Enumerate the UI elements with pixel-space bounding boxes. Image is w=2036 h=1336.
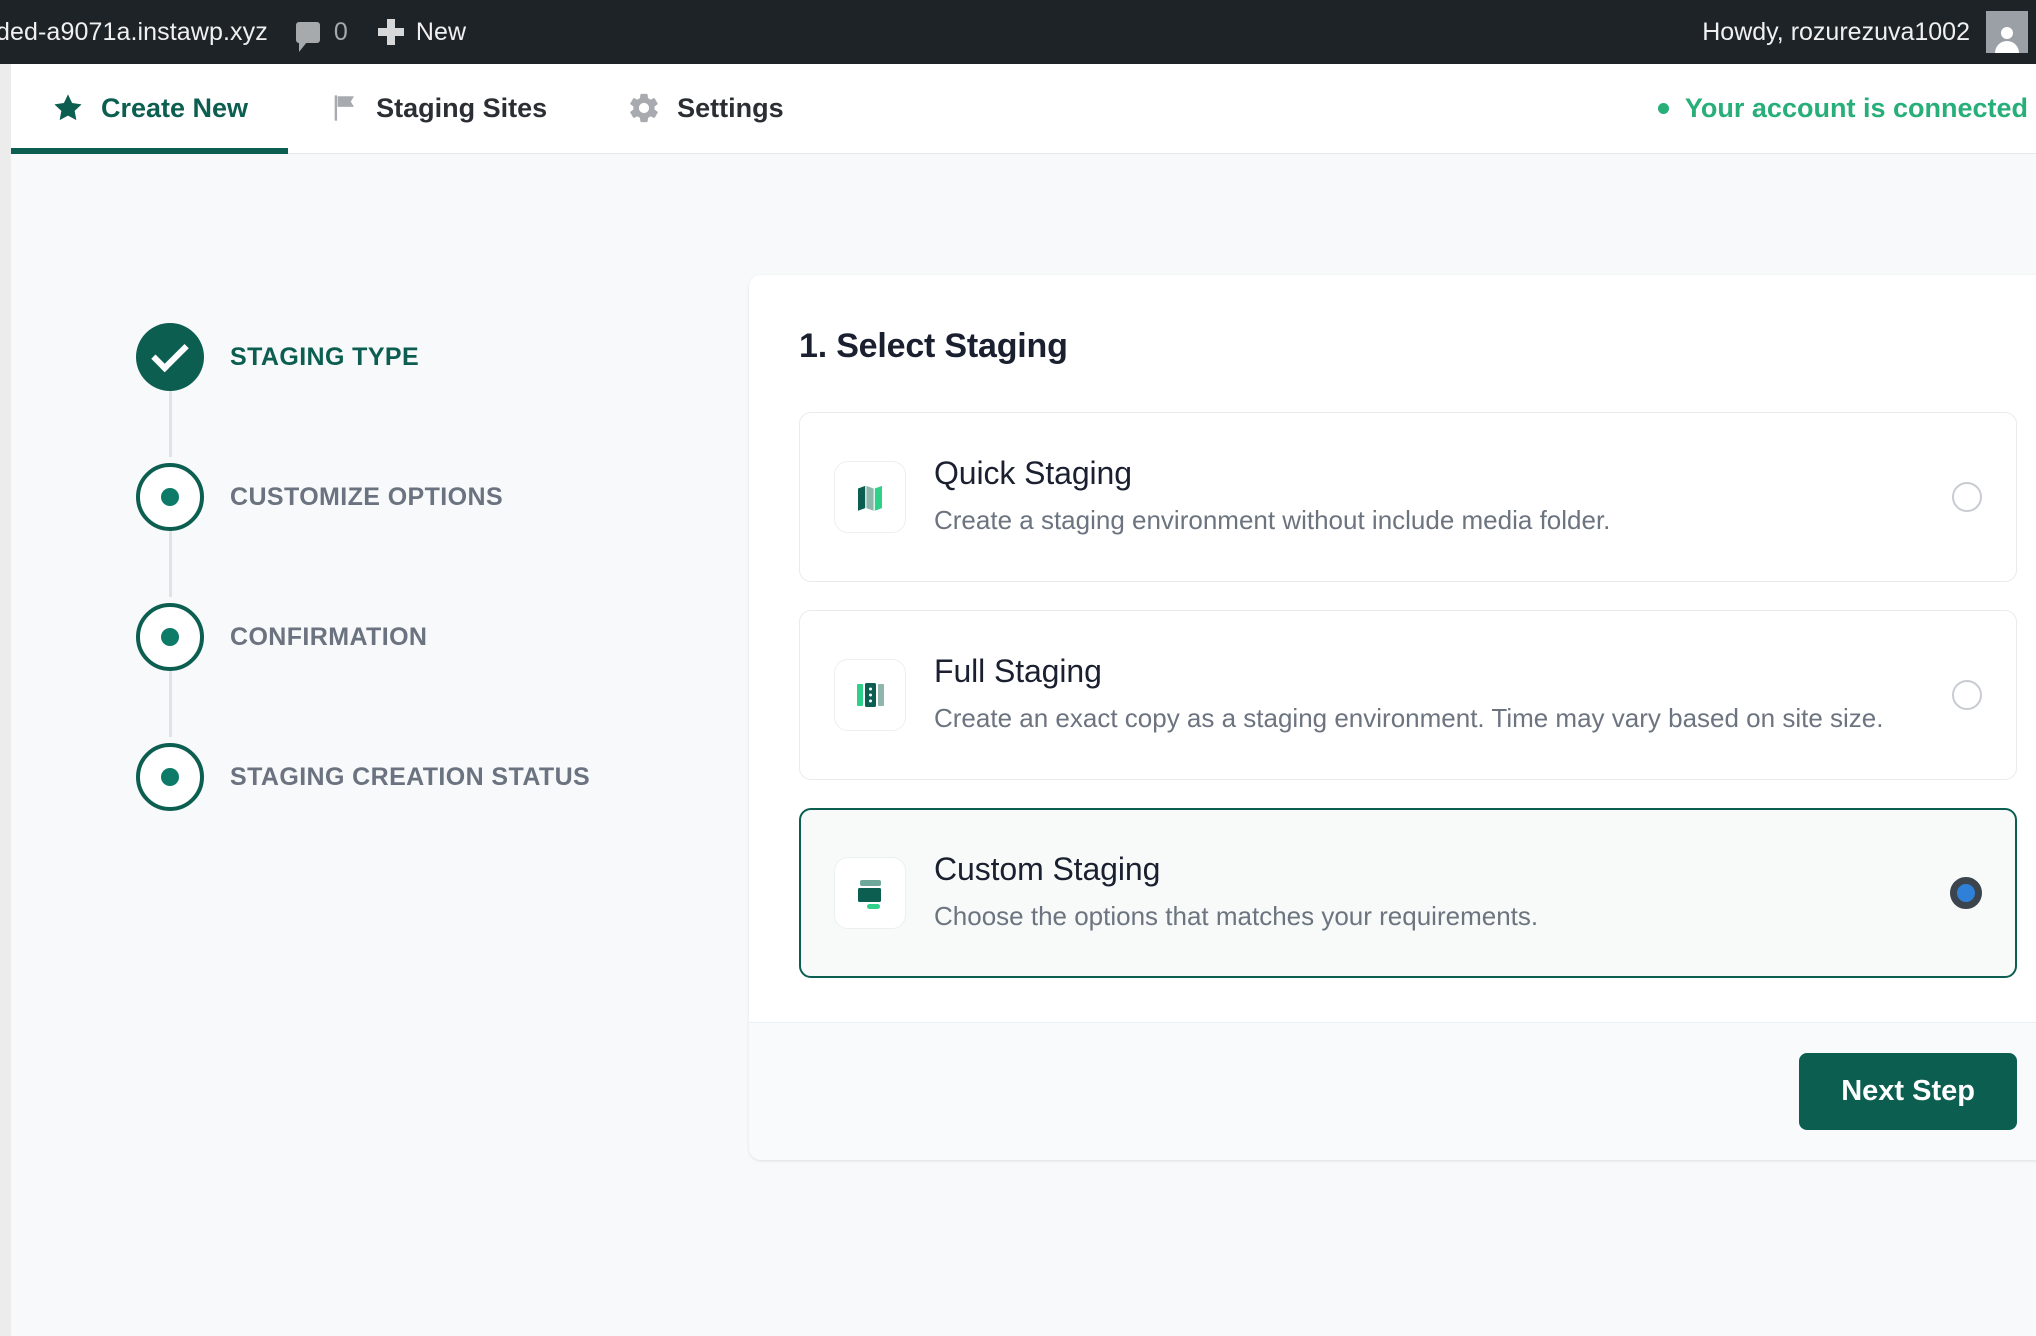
new-label: New: [415, 17, 467, 46]
comment-bubble-icon: [295, 21, 320, 52]
layout-blocks-icon: [834, 857, 906, 929]
page-content: Staging Type Customize Options Confirmat…: [11, 155, 2036, 1336]
option-quick-staging-desc: Create a staging environment without inc…: [934, 505, 1611, 536]
columns-icon: [834, 659, 906, 731]
tab-create-new[interactable]: Create New: [11, 63, 289, 154]
step-marker-pending-icon: [136, 743, 204, 811]
comment-count: 0: [333, 17, 348, 46]
option-full-staging-text: Full Staging Create an exact copy as a s…: [934, 653, 1924, 737]
step-marker-pending-icon: [136, 603, 204, 671]
flag-icon: [328, 91, 360, 125]
site-name-menu[interactable]: ded-a9071a.instawp.xyz: [0, 0, 282, 64]
tab-settings[interactable]: Settings: [587, 63, 824, 153]
option-quick-staging-title: Quick Staging: [934, 455, 1132, 492]
step-staging-type-label: Staging Type: [230, 342, 420, 371]
option-custom-staging-title: Custom Staging: [934, 851, 1161, 888]
tab-staging-sites-label: Staging Sites: [376, 92, 548, 123]
dot-icon: [161, 488, 179, 506]
card-body: 1. Select Staging Quick Staging Create a…: [749, 275, 2036, 1022]
option-full-staging[interactable]: Full Staging Create an exact copy as a s…: [799, 610, 2017, 780]
wp-admin-bar: ded-a9071a.instawp.xyz 0 New Howdy, rozu…: [0, 0, 2036, 64]
step-customize-options-label: Customize Options: [230, 482, 504, 511]
check-icon: [151, 334, 189, 372]
wp-admin-sidebar-edge: [0, 64, 11, 1336]
step-staging-creation-status[interactable]: Staging Creation Status: [136, 707, 666, 847]
user-icon: [1994, 27, 2020, 53]
dot-icon: [161, 628, 179, 646]
howdy-label[interactable]: Howdy, rozurezuva1002: [1702, 18, 1970, 47]
avatar[interactable]: [1986, 11, 2028, 53]
status-dot-icon: [1657, 102, 1669, 114]
connection-status-label: Your account is connected: [1684, 92, 2028, 123]
tab-list: Create New Staging Sites Settings: [11, 63, 824, 154]
next-step-button[interactable]: Next Step: [1799, 1053, 2017, 1130]
option-custom-staging[interactable]: Custom Staging Choose the options that m…: [799, 808, 2017, 978]
map-panels-icon: [834, 461, 906, 533]
radio-custom-staging[interactable]: [1950, 877, 1982, 909]
step-marker-pending-icon: [136, 463, 204, 531]
dot-icon: [161, 768, 179, 786]
wizard-stepper: Staging Type Customize Options Confirmat…: [136, 275, 666, 847]
tab-staging-sites[interactable]: Staging Sites: [288, 63, 587, 153]
gear-icon: [627, 91, 661, 125]
option-quick-staging[interactable]: Quick Staging Create a staging environme…: [799, 412, 2017, 582]
wizard-layout: Staging Type Customize Options Confirmat…: [136, 275, 2036, 1160]
comments-menu[interactable]: 0: [282, 0, 362, 64]
step-confirmation-label: Confirmation: [230, 622, 428, 651]
connection-status: Your account is connected: [1657, 63, 2036, 153]
radio-full-staging[interactable]: [1952, 680, 1982, 710]
plugin-tabbar: Create New Staging Sites Settings Your a…: [11, 64, 2036, 154]
option-full-staging-title: Full Staging: [934, 653, 1102, 690]
step-confirmation[interactable]: Confirmation: [136, 567, 666, 707]
option-full-staging-desc: Create an exact copy as a staging enviro…: [934, 703, 1884, 734]
step-staging-type[interactable]: Staging Type: [136, 287, 666, 427]
option-custom-staging-text: Custom Staging Choose the options that m…: [934, 851, 1922, 935]
step-staging-creation-status-label: Staging Creation Status: [230, 762, 591, 791]
option-custom-staging-desc: Choose the options that matches your req…: [934, 901, 1539, 932]
select-staging-card: 1. Select Staging Quick Staging Create a…: [749, 275, 2036, 1160]
admin-bar-right-group: Howdy, rozurezuva1002: [1702, 0, 2036, 64]
plus-icon: [377, 19, 404, 45]
step-customize-options[interactable]: Customize Options: [136, 427, 666, 567]
radio-quick-staging[interactable]: [1952, 482, 1982, 512]
star-icon: [51, 91, 85, 125]
site-name-label: ded-a9071a.instawp.xyz: [0, 17, 268, 46]
tab-settings-label: Settings: [677, 92, 784, 123]
admin-bar-left-group: ded-a9071a.instawp.xyz 0 New: [0, 0, 480, 64]
step-marker-done-icon: [136, 323, 204, 391]
page-title: 1. Select Staging: [799, 327, 1068, 365]
option-quick-staging-text: Quick Staging Create a staging environme…: [934, 455, 1924, 539]
new-content-menu[interactable]: New: [362, 0, 480, 64]
tab-create-new-label: Create New: [101, 92, 249, 123]
card-footer: Next Step: [749, 1022, 2036, 1160]
